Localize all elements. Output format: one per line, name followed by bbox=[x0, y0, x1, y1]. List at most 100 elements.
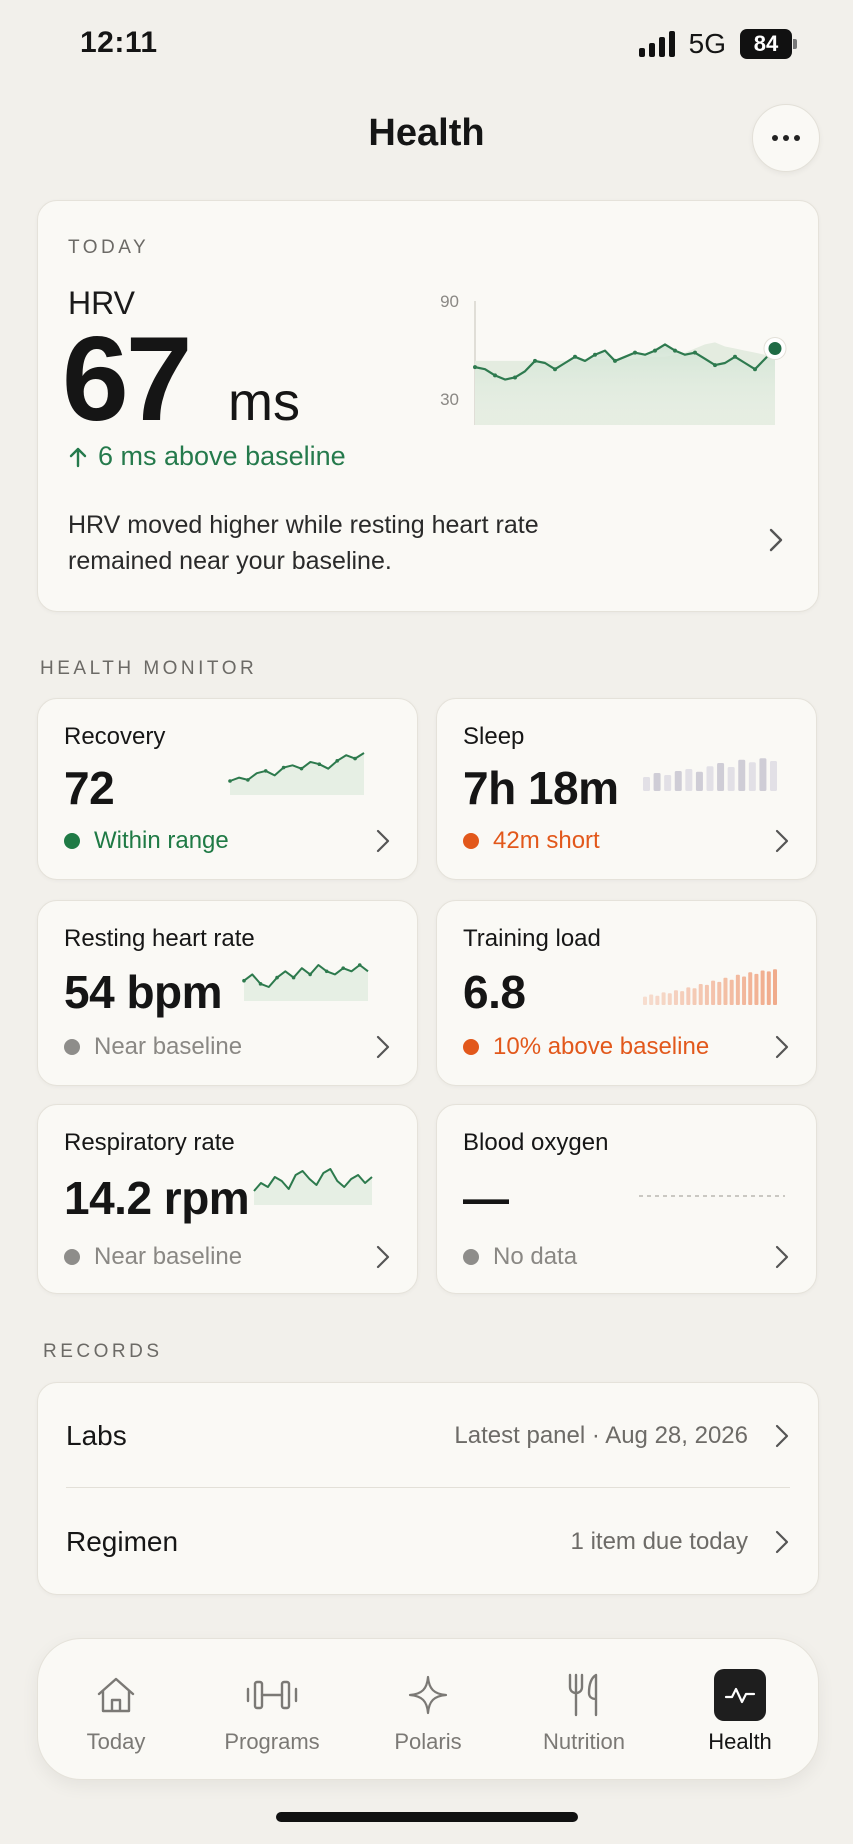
metric-value: 72 bbox=[64, 762, 115, 814]
tab-health[interactable]: Health bbox=[662, 1639, 818, 1781]
status-dot bbox=[463, 1249, 479, 1265]
sparkle-icon bbox=[408, 1675, 448, 1715]
network-type: 5G bbox=[688, 28, 726, 59]
hrv-point bbox=[713, 363, 717, 368]
resting-hr-point bbox=[258, 982, 263, 986]
hrv-delta-text: 6 ms above baseline bbox=[98, 441, 346, 471]
metric-value: — bbox=[463, 1172, 509, 1224]
training-load-bar bbox=[723, 977, 728, 1005]
hrv-trend-chart: 90 30 bbox=[440, 292, 787, 425]
resting-hr-point bbox=[357, 963, 362, 967]
metric-title: Blood oxygen bbox=[463, 1129, 609, 1156]
recovery-point bbox=[246, 778, 250, 782]
records-row-labs[interactable]: Labs Latest panel · Aug 28, 2026 bbox=[66, 1383, 790, 1489]
sleep-bar bbox=[717, 763, 725, 791]
hrv-point bbox=[533, 358, 537, 363]
recovery-point bbox=[299, 766, 304, 771]
tab-label: Nutrition bbox=[543, 1729, 625, 1754]
hrv-point bbox=[633, 350, 637, 355]
training-load-bar bbox=[673, 990, 678, 1005]
training-load-bar bbox=[760, 970, 765, 1005]
hrv-today-card[interactable]: TODAY HRV 67 ms 6 ms above baseline HRV … bbox=[37, 200, 819, 612]
metric-status: Near baseline bbox=[64, 1243, 242, 1271]
metric-value: 6.8 bbox=[463, 966, 526, 1018]
status-dot bbox=[64, 833, 80, 849]
respiratory-sparkline bbox=[253, 1168, 373, 1205]
more-options-button[interactable] bbox=[752, 104, 820, 172]
records-row-label: Labs bbox=[66, 1420, 127, 1451]
recovery-point bbox=[281, 765, 286, 770]
recovery-point bbox=[353, 756, 357, 761]
metric-title: Training load bbox=[463, 925, 601, 952]
status-bar: 12:11 5G 84 bbox=[0, 0, 853, 90]
metric-status-text: Within range bbox=[94, 827, 229, 854]
battery-level: 84 bbox=[740, 29, 792, 59]
recovery-point bbox=[263, 769, 268, 773]
hrv-delta: 6 ms above baseline bbox=[68, 441, 346, 472]
records-row-regimen[interactable]: Regimen 1 item due today bbox=[66, 1489, 790, 1595]
sleep-bar bbox=[643, 777, 650, 791]
metric-card-respiratory-rate[interactable]: Respiratory rate 14.2 rpm Near baseline bbox=[37, 1104, 418, 1294]
tab-today[interactable]: Today bbox=[38, 1639, 194, 1781]
status-indicators: 5G 84 bbox=[638, 28, 797, 60]
metric-status: 10% above baseline bbox=[463, 1033, 709, 1061]
metric-value: 14.2 rpm bbox=[64, 1172, 250, 1224]
house-icon bbox=[97, 1677, 135, 1713]
tab-polaris[interactable]: Polaris bbox=[350, 1639, 506, 1781]
metric-card-training-load[interactable]: Training load 6.8 10% above baseline bbox=[436, 900, 817, 1086]
sleep-bar bbox=[664, 775, 672, 791]
hrv-point bbox=[473, 365, 477, 370]
metric-card-blood-oxygen[interactable]: Blood oxygen — No data bbox=[436, 1104, 817, 1294]
metric-status: Within range bbox=[64, 827, 229, 855]
tab-nutrition[interactable]: Nutrition bbox=[506, 1639, 662, 1781]
chevron-right-icon bbox=[376, 1245, 390, 1269]
training-load-bar bbox=[655, 995, 660, 1005]
resting-hr-point bbox=[341, 966, 345, 970]
sleep-bar bbox=[674, 771, 682, 791]
sleep-bar-chart bbox=[643, 758, 777, 791]
metric-status-text: Near baseline bbox=[94, 1243, 243, 1270]
training-load-bar bbox=[686, 987, 691, 1005]
ellipsis-icon bbox=[772, 135, 778, 141]
hrv-note: HRV moved higher while resting heart rat… bbox=[68, 511, 539, 575]
chevron-right-icon bbox=[775, 1530, 789, 1554]
resting-hr-point bbox=[324, 969, 329, 974]
metric-status-text: 42m short bbox=[493, 827, 600, 854]
recovery-area bbox=[230, 753, 364, 795]
metric-title: Recovery bbox=[64, 723, 166, 750]
recovery-point bbox=[228, 779, 232, 783]
sleep-bar bbox=[738, 759, 746, 791]
records-row-label: Regimen bbox=[66, 1526, 179, 1557]
training-load-bar bbox=[766, 971, 771, 1005]
signal-icon bbox=[638, 31, 675, 57]
training-load-bar bbox=[692, 988, 697, 1005]
resting-hr-sparkline bbox=[242, 963, 369, 1001]
training-load-bar bbox=[667, 993, 672, 1005]
metric-value: 54 bpm bbox=[64, 966, 223, 1018]
metric-card-recovery[interactable]: Recovery 72 Within range bbox=[37, 698, 418, 880]
metric-title: Respiratory rate bbox=[64, 1129, 235, 1156]
metric-value: 7h 18m bbox=[463, 762, 619, 814]
metric-card-sleep[interactable]: Sleep 7h 18m 42m short bbox=[436, 698, 817, 880]
sleep-bar bbox=[770, 761, 777, 791]
records-card: Labs Latest panel · Aug 28, 2026 Regimen… bbox=[37, 1382, 819, 1595]
training-load-bar bbox=[704, 984, 709, 1005]
chevron-right-icon bbox=[769, 528, 783, 552]
hrv-point bbox=[673, 348, 677, 353]
metric-status-text: No data bbox=[493, 1243, 578, 1270]
metric-status-text: Near baseline bbox=[94, 1033, 243, 1060]
status-time: 12:11 bbox=[80, 26, 158, 59]
hrv-point bbox=[553, 367, 557, 372]
training-load-bar bbox=[643, 996, 647, 1005]
metric-card-resting-heart-rate[interactable]: Resting heart rate 54 bpm Near baseline bbox=[37, 900, 418, 1086]
recovery-point bbox=[335, 759, 339, 763]
training-load-bar bbox=[742, 976, 747, 1005]
training-load-bar-chart bbox=[643, 969, 777, 1005]
tab-label: Health bbox=[708, 1729, 772, 1754]
metric-status-text: 10% above baseline bbox=[493, 1033, 710, 1060]
chevron-right-icon bbox=[775, 1245, 789, 1269]
status-dot bbox=[64, 1249, 80, 1265]
sleep-bar bbox=[685, 769, 693, 791]
tab-programs[interactable]: Programs bbox=[194, 1639, 350, 1781]
sleep-bar bbox=[653, 773, 661, 791]
